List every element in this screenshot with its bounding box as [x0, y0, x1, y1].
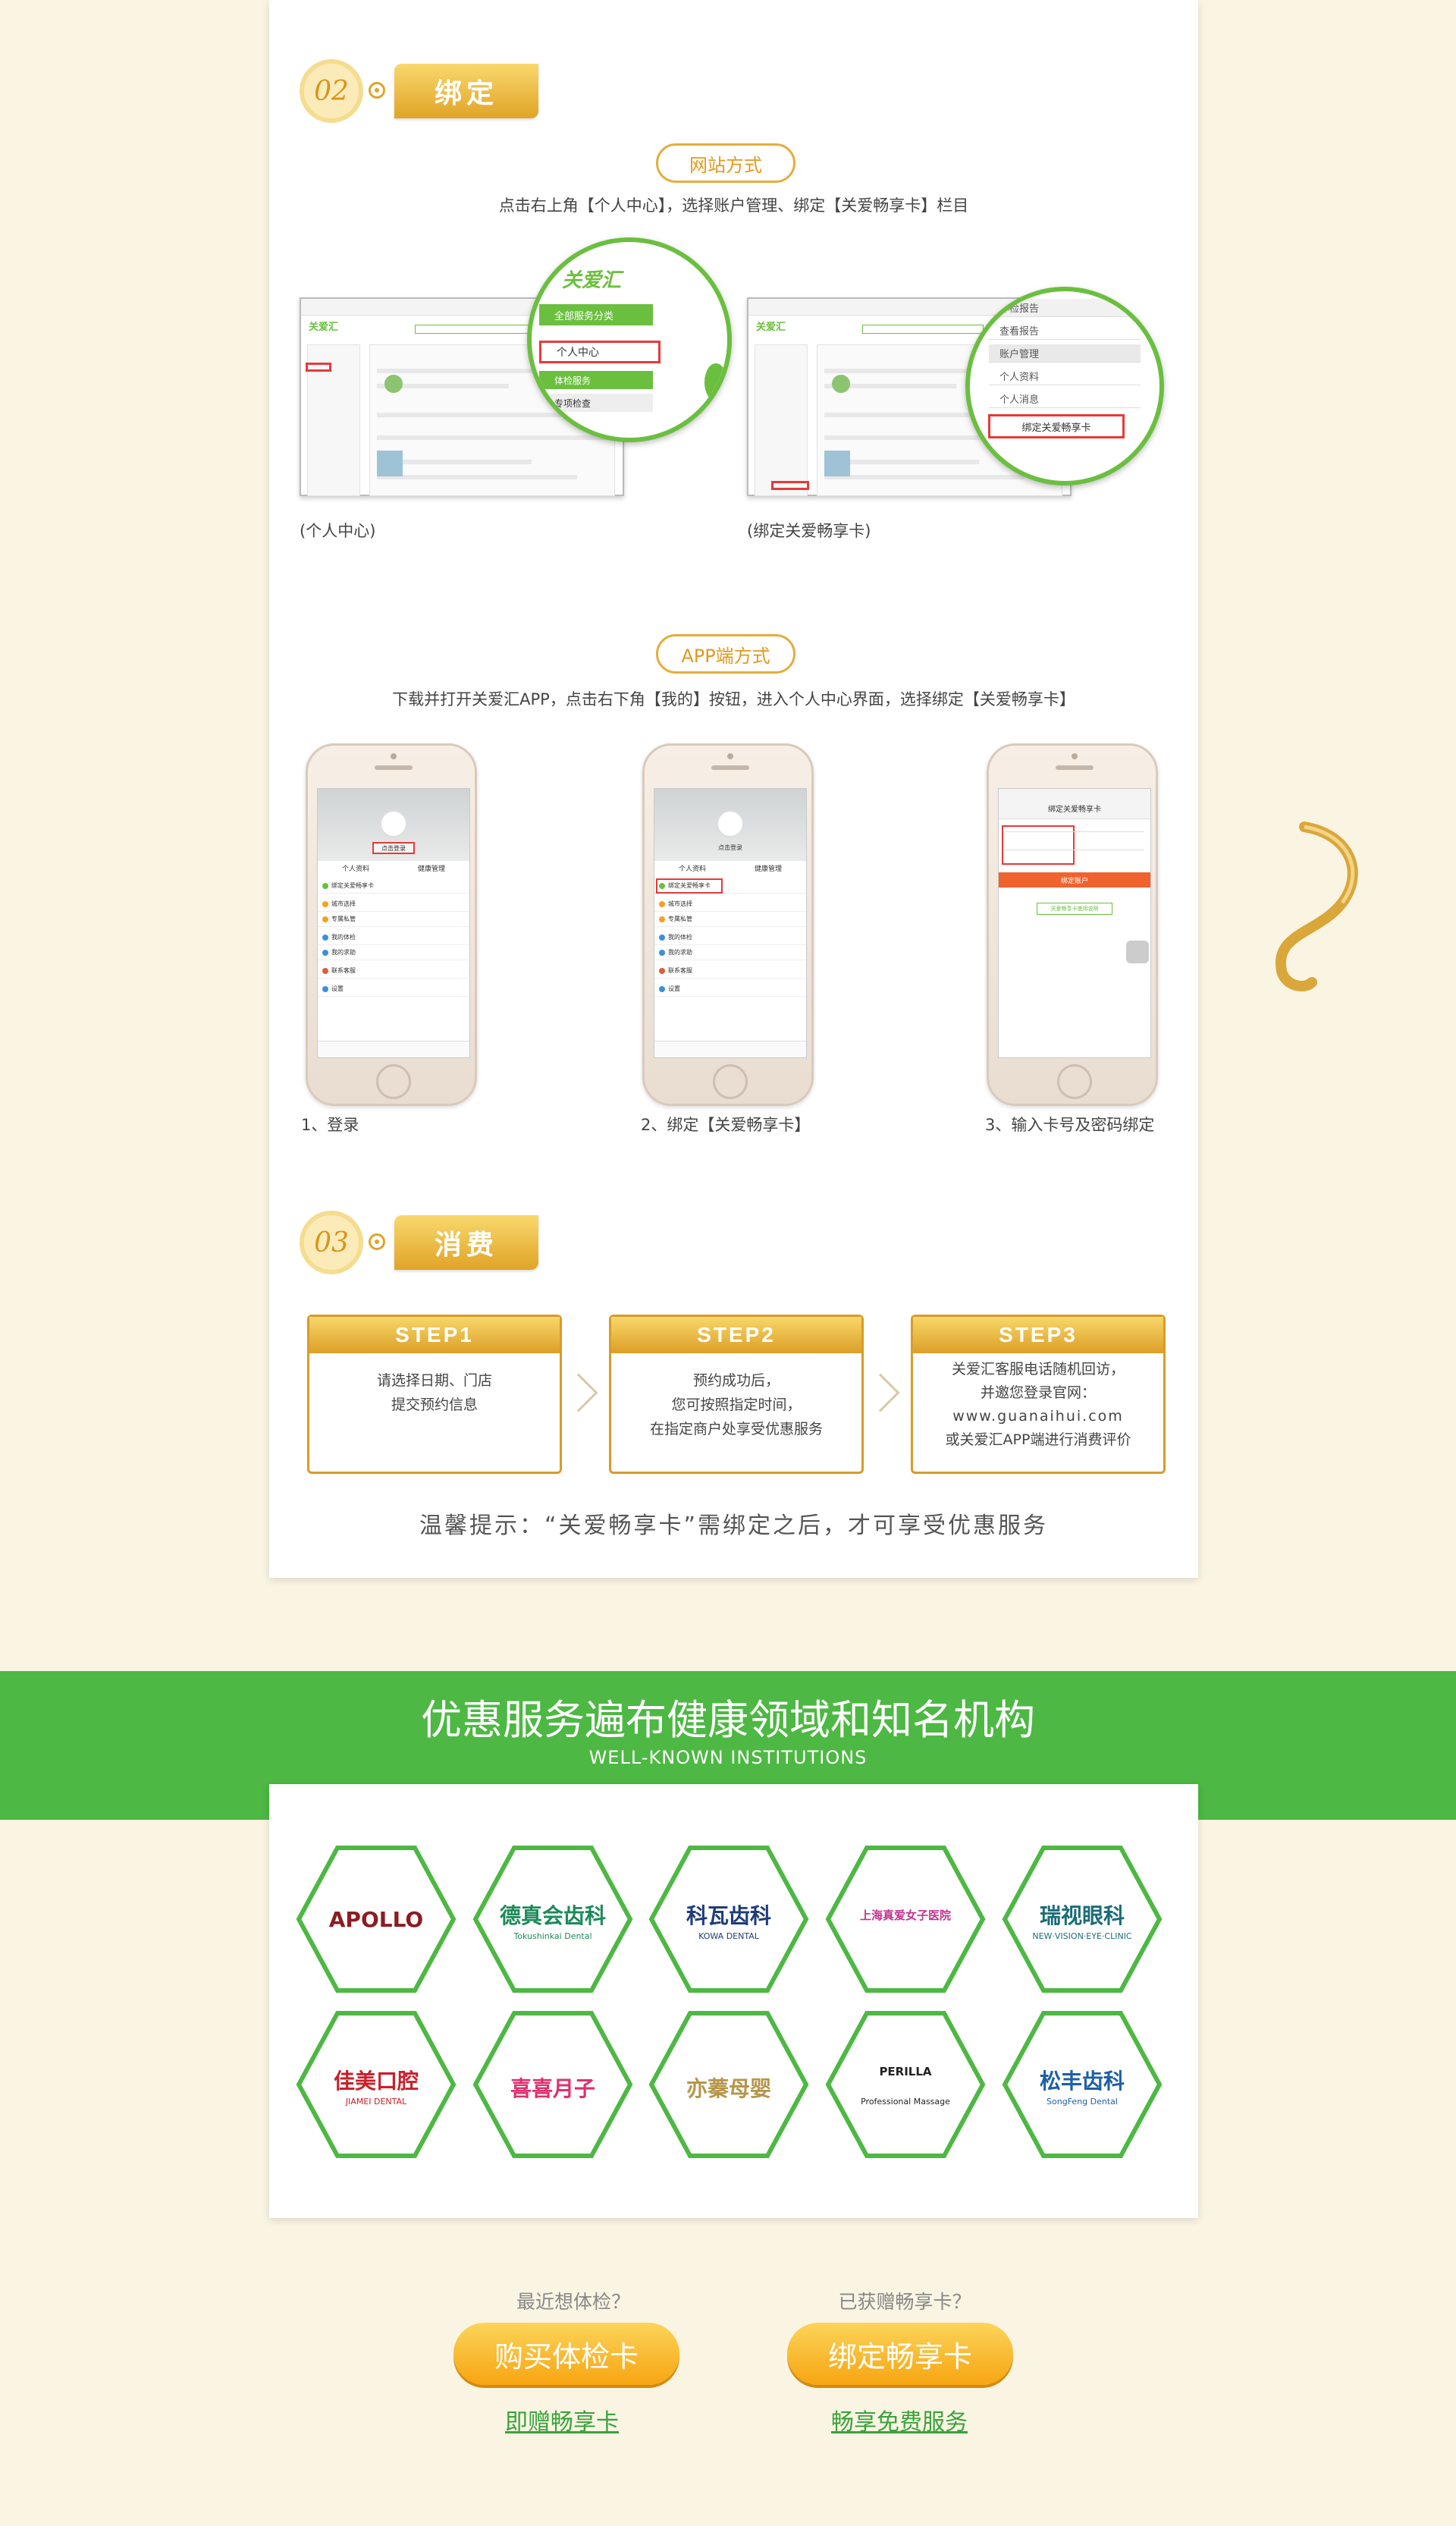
- site-logo: 关爱汇: [309, 322, 339, 333]
- institution-name: 喜喜月子: [510, 2076, 595, 2101]
- institution-subname: Tokushinkai Dental: [513, 1931, 592, 1941]
- institution-subname: SongFeng Dental: [1046, 2097, 1118, 2107]
- caption-phone-enter-card: 3、输入卡号及密码绑定: [985, 1116, 1155, 1134]
- bind-account-button[interactable]: 绑定账户: [999, 872, 1150, 888]
- section-number-02: 02: [300, 59, 363, 123]
- institution-subname: JIAMEI DENTAL: [345, 2097, 407, 2107]
- institution-subname: KOWA DENTAL: [698, 1931, 759, 1941]
- step1-box: STEP1 请选择日期、门店 提交预约信息: [307, 1315, 562, 1474]
- personal-center-item[interactable]: 个人中心: [539, 341, 661, 363]
- institution-subname: Professional Massage: [861, 2097, 950, 2107]
- instructions-card: 02 绑定 网站方式 点击右上角【个人中心】，选择账户管理、绑定【关爱畅享卡】栏…: [269, 0, 1198, 1578]
- institution-name: 科瓦齿科: [686, 1903, 771, 1928]
- website-url: www.guanaihui.com: [952, 1408, 1124, 1425]
- step-arrow: [861, 1373, 900, 1412]
- web-method-desc: 点击右上角【个人中心】，选择账户管理、绑定【关爱畅享卡】栏目: [498, 196, 969, 215]
- institution-name: 佳美口腔: [333, 2069, 419, 2094]
- caption-personal-center: (个人中心): [300, 522, 376, 540]
- section-dot: [369, 82, 385, 99]
- institution-logo[interactable]: PERILLA Professional Massage: [825, 2010, 986, 2159]
- section-title-consume: 消费: [394, 1215, 538, 1270]
- gift-card-link[interactable]: 即赠畅享卡: [448, 2403, 676, 2436]
- zoom-bubble-bind-card: 体检报告 查看报告 账户管理 个人资料 个人消息 绑定关爱畅享卡: [965, 287, 1164, 485]
- institutions-card: APOLLO 德真会齿科 Tokushinkai Dental 科瓦齿科 KOWA DE…: [269, 1784, 1198, 2218]
- institution-logo[interactable]: 亦蓁母婴: [648, 2010, 809, 2159]
- step-arrow: [559, 1373, 598, 1412]
- step2-box: STEP2 预约成功后， 您可按照指定时间， 在指定商户处享受优惠服务: [609, 1315, 864, 1474]
- bind-card-highlight[interactable]: [656, 878, 723, 894]
- phone-bind: 点击登录 个人资料 健康管理 绑定关爱畅享卡 城市选择 专属私管 我的体检 我的…: [642, 743, 814, 1106]
- app-method-pill: APP端方式: [656, 634, 795, 674]
- institution-name: 松丰齿科: [1039, 2069, 1125, 2094]
- institution-name: PERILLA: [879, 2065, 932, 2078]
- buy-checkup-card-button[interactable]: 购买体检卡: [453, 2323, 679, 2385]
- caption-bind-card: (绑定关爱畅享卡): [747, 522, 871, 540]
- institution-logo[interactable]: 松丰齿科 SongFeng Dental: [1002, 2010, 1163, 2159]
- caption-phone-login: 1、登录: [301, 1116, 359, 1134]
- web-method-pill: 网站方式: [656, 143, 795, 183]
- warm-tip: 温馨提示：“关爱畅享卡”需绑定之后，才可享受优惠服务: [419, 1513, 1049, 1539]
- phone-login: 点击登录 个人资料 健康管理 绑定关爱畅享卡 城市选择 专属私管 我的体检 我的…: [306, 743, 477, 1106]
- gold-ribbon-decoration: [1275, 822, 1358, 991]
- institution-logo[interactable]: APOLLO: [296, 1845, 457, 1993]
- section-title-bind: 绑定: [394, 64, 538, 118]
- institution-name: 瑞视眼科: [1039, 1903, 1125, 1928]
- zoom-bubble-personal-center: 关爱汇 全部服务分类 个人中心 体检服务 专项检查: [527, 237, 732, 442]
- bind-card-button[interactable]: 绑定畅享卡: [787, 2323, 1013, 2385]
- institution-name: 上海真爱女子医院: [859, 1909, 951, 1922]
- institution-logo[interactable]: 佳美口腔 JIAMEI DENTAL: [296, 2010, 457, 2159]
- app-method-desc: 下载并打开关爱汇APP，点击右下角【我的】按钮，进入个人中心界面，选择绑定【关爱…: [392, 690, 1075, 708]
- institution-name: APOLLO: [328, 1907, 424, 1932]
- caption-phone-bind: 2、绑定【关爱畅享卡】: [641, 1116, 811, 1134]
- institution-logo[interactable]: 瑞视眼科 NEW·VISION·EYE·CLINIC: [1002, 1845, 1163, 1993]
- institution-logo[interactable]: 喜喜月子: [472, 2010, 633, 2159]
- step3-box: STEP3 关爱汇客服电话随机回访， 并邀您登录官网： www.guanaihu…: [911, 1315, 1166, 1474]
- card-usage-link[interactable]: 关爱畅享卡使用说明: [1037, 903, 1112, 915]
- institution-name: 亦蓁母婴: [686, 2076, 771, 2101]
- institution-logo[interactable]: 上海真爱女子医院: [825, 1845, 986, 1993]
- free-service-link[interactable]: 畅享免费服务: [786, 2403, 1013, 2436]
- banner-title: 优惠服务遍布健康领域和知名机构: [421, 1696, 1035, 1744]
- institution-name: 德真会齿科: [499, 1903, 606, 1928]
- section-number-03: 03: [300, 1211, 363, 1274]
- section-dot: [369, 1233, 385, 1250]
- institution-logo[interactable]: 德真会齿科 Tokushinkai Dental: [472, 1845, 633, 1993]
- cta-question-gift: 已获赠畅享卡？: [838, 2291, 971, 2313]
- phone-enter-card: 绑定关爱畅享卡 绑定账户 关爱畅享卡使用说明: [987, 743, 1158, 1106]
- institution-logo[interactable]: 科瓦齿科 KOWA DENTAL: [648, 1845, 809, 1993]
- cta-question-checkup: 最近想体检？: [516, 2291, 630, 2313]
- banner-subtitle: WELL-KNOWN INSTITUTIONS: [588, 1747, 868, 1768]
- login-button[interactable]: 点击登录: [372, 842, 415, 854]
- institution-subname: NEW·VISION·EYE·CLINIC: [1032, 1931, 1132, 1941]
- bind-card-menu-item[interactable]: 绑定关爱畅享卡: [988, 414, 1125, 438]
